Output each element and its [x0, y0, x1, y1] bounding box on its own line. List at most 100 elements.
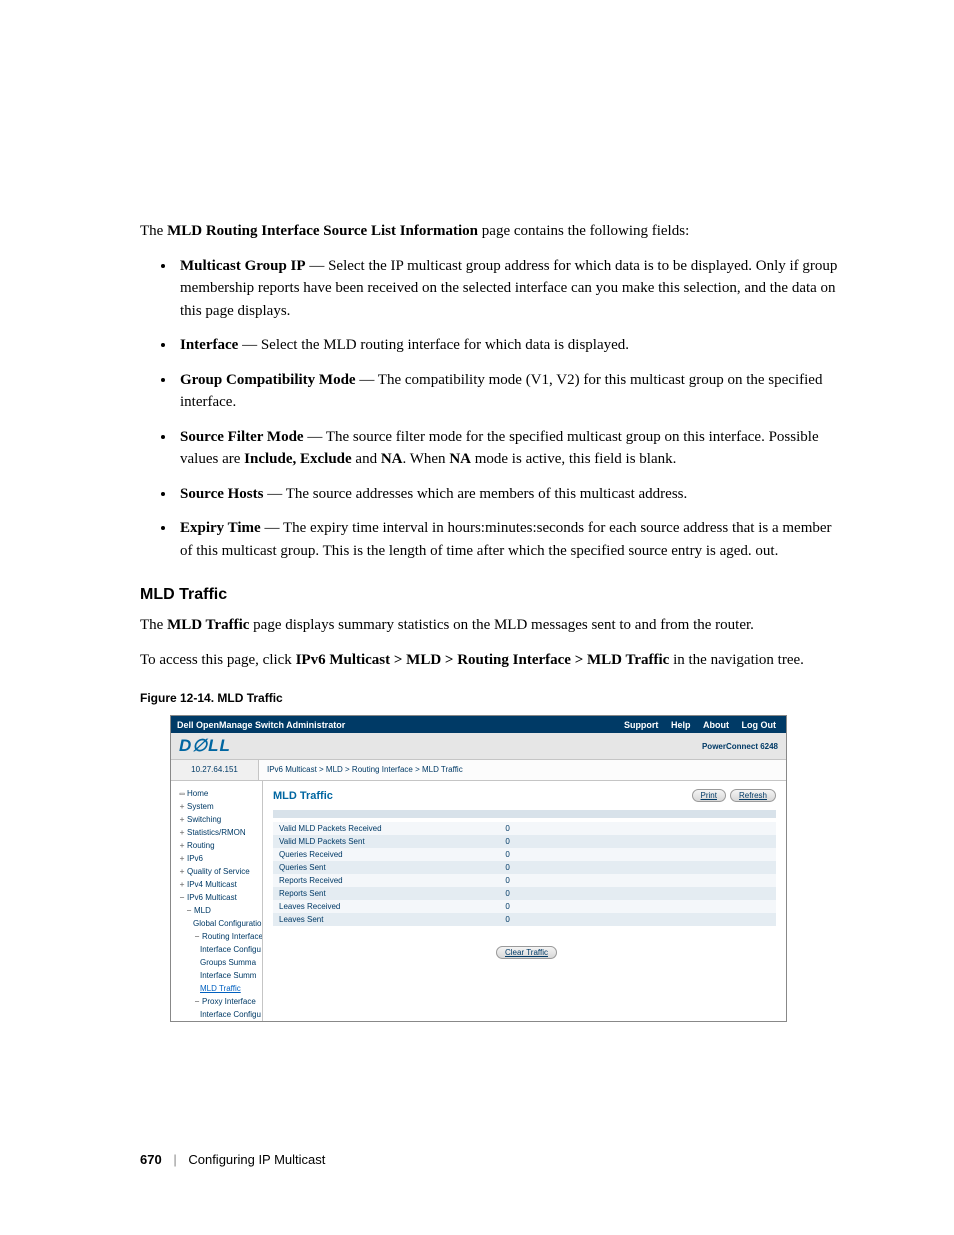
tree-proxy-if[interactable]: −Proxy Interface — [175, 995, 262, 1008]
tree-mld-traffic[interactable]: MLD Traffic — [175, 982, 262, 995]
field-text: — The expiry time interval in hours:minu… — [180, 520, 832, 559]
screenshot: Dell OpenManage Switch Administrator Sup… — [170, 715, 787, 1022]
field-item: Expiry Time — The expiry time interval i… — [176, 517, 839, 562]
refresh-button[interactable]: Refresh — [730, 789, 776, 802]
tree-home[interactable]: ▭Home — [175, 787, 262, 800]
minus-icon: − — [185, 904, 193, 917]
field-list: Multicast Group IP — Select the IP multi… — [140, 255, 839, 563]
field-label: Interface — [180, 337, 238, 353]
print-button[interactable]: Print — [692, 789, 726, 802]
minus-icon: − — [193, 930, 201, 943]
folder-icon: ▭ — [178, 787, 186, 800]
stat-value: 0 — [499, 913, 776, 926]
stat-label: Reports Sent — [273, 887, 499, 900]
table-row: Reports Received0 — [273, 874, 776, 887]
intro-page-name: MLD Routing Interface Source List Inform… — [167, 223, 478, 239]
stat-label: Reports Received — [273, 874, 499, 887]
device-ip: 10.27.64.151 — [171, 760, 259, 780]
content-titlebar: MLD Traffic Print Refresh — [273, 789, 776, 802]
table-row: Valid MLD Packets Sent0 — [273, 835, 776, 848]
stat-label: Queries Received — [273, 848, 499, 861]
stat-label: Queries Sent — [273, 861, 499, 874]
dell-logo: D∅LL — [179, 736, 231, 756]
tree-ipv6[interactable]: +IPv6 — [175, 852, 262, 865]
field-item: Group Compatibility Mode — The compatibi… — [176, 369, 839, 414]
intro-tail: page contains the following fields: — [478, 223, 689, 239]
header-divider — [273, 810, 776, 818]
stat-value: 0 — [499, 900, 776, 913]
field-label: Expiry Time — [180, 520, 261, 536]
stat-value: 0 — [499, 861, 776, 874]
app-titlebar: Dell OpenManage Switch Administrator Sup… — [171, 716, 786, 733]
page-number: 670 — [140, 1152, 162, 1167]
tree-routing[interactable]: +Routing — [175, 839, 262, 852]
plus-icon: + — [178, 813, 186, 826]
plus-icon: + — [178, 852, 186, 865]
field-bold3: NA — [449, 451, 471, 467]
plus-icon: + — [178, 865, 186, 878]
stat-value: 0 — [499, 848, 776, 861]
para1-pre: The — [140, 617, 167, 633]
table-row: Reports Sent0 — [273, 887, 776, 900]
stats-table: Valid MLD Packets Received0 Valid MLD Pa… — [273, 822, 776, 926]
tree-ipv4m[interactable]: +IPv4 Multicast — [175, 878, 262, 891]
tree-stats[interactable]: +Statistics/RMON — [175, 826, 262, 839]
field-item: Multicast Group IP — Select the IP multi… — [176, 255, 839, 323]
page-footer: 670 | Configuring IP Multicast — [140, 1152, 839, 1167]
field-label: Multicast Group IP — [180, 258, 306, 274]
stat-label: Leaves Received — [273, 900, 499, 913]
footer-separator: | — [173, 1152, 176, 1167]
field-text: — The source addresses which are members… — [263, 486, 687, 502]
para-1: The MLD Traffic page displays summary st… — [140, 614, 839, 637]
table-row: Queries Sent0 — [273, 861, 776, 874]
link-help[interactable]: Help — [671, 720, 691, 730]
logo-row: D∅LL PowerConnect 6248 — [171, 733, 786, 760]
figure-caption: Figure 12-14. MLD Traffic — [140, 691, 839, 705]
field-label: Source Filter Mode — [180, 429, 304, 445]
tree-ipv6m[interactable]: −IPv6 Multicast — [175, 891, 262, 904]
tree-switching[interactable]: +Switching — [175, 813, 262, 826]
para1-bold: MLD Traffic — [167, 617, 249, 633]
table-row: Queries Received0 — [273, 848, 776, 861]
product-name: PowerConnect 6248 — [702, 742, 778, 751]
tree-groups-summary[interactable]: Groups Summa — [175, 956, 262, 969]
para2-pre: To access this page, click — [140, 652, 296, 668]
tree-mld[interactable]: −MLD — [175, 904, 262, 917]
link-about[interactable]: About — [703, 720, 729, 730]
para2-bold: IPv6 Multicast > MLD > Routing Interface… — [296, 652, 670, 668]
plus-icon: + — [178, 826, 186, 839]
table-row: Leaves Received0 — [273, 900, 776, 913]
stat-value: 0 — [499, 887, 776, 900]
tree-routing-if[interactable]: −Routing Interface — [175, 930, 262, 943]
tree-system[interactable]: +System — [175, 800, 262, 813]
field-item: Interface — Select the MLD routing inter… — [176, 334, 839, 357]
nav-tree: ▭Home +System +Switching +Statistics/RMO… — [171, 781, 263, 1021]
breadcrumb: IPv6 Multicast > MLD > Routing Interface… — [259, 760, 786, 780]
tree-global-config[interactable]: Global Configuratio — [175, 917, 262, 930]
stat-value: 0 — [499, 835, 776, 848]
para-2: To access this page, click IPv6 Multicas… — [140, 649, 839, 672]
stat-label: Valid MLD Packets Received — [273, 822, 499, 835]
plus-icon: + — [178, 800, 186, 813]
content-pane: MLD Traffic Print Refresh Valid MLD Pack… — [263, 781, 786, 1021]
work-area: ▭Home +System +Switching +Statistics/RMO… — [171, 781, 786, 1021]
stat-value: 0 — [499, 874, 776, 887]
tree-if-config[interactable]: Interface Configu — [175, 943, 262, 956]
link-support[interactable]: Support — [624, 720, 659, 730]
clear-traffic-button[interactable]: Clear Traffic — [496, 946, 557, 959]
tree-qos[interactable]: +Quality of Service — [175, 865, 262, 878]
para2-post: in the navigation tree. — [669, 652, 804, 668]
clear-wrap: Clear Traffic — [273, 942, 776, 959]
top-links: Support Help About Log Out — [624, 720, 786, 730]
chapter-title: Configuring IP Multicast — [188, 1152, 325, 1167]
tree-if-config-2[interactable]: Interface Configu — [175, 1008, 262, 1021]
link-logout[interactable]: Log Out — [742, 720, 777, 730]
minus-icon: − — [178, 891, 186, 904]
table-row: Leaves Sent0 — [273, 913, 776, 926]
field-label: Source Hosts — [180, 486, 263, 502]
field-label: Group Compatibility Mode — [180, 372, 356, 388]
field-bold2: NA — [381, 451, 403, 467]
minus-icon: − — [193, 995, 201, 1008]
page-title: MLD Traffic — [273, 790, 688, 802]
tree-if-summary[interactable]: Interface Summ — [175, 969, 262, 982]
